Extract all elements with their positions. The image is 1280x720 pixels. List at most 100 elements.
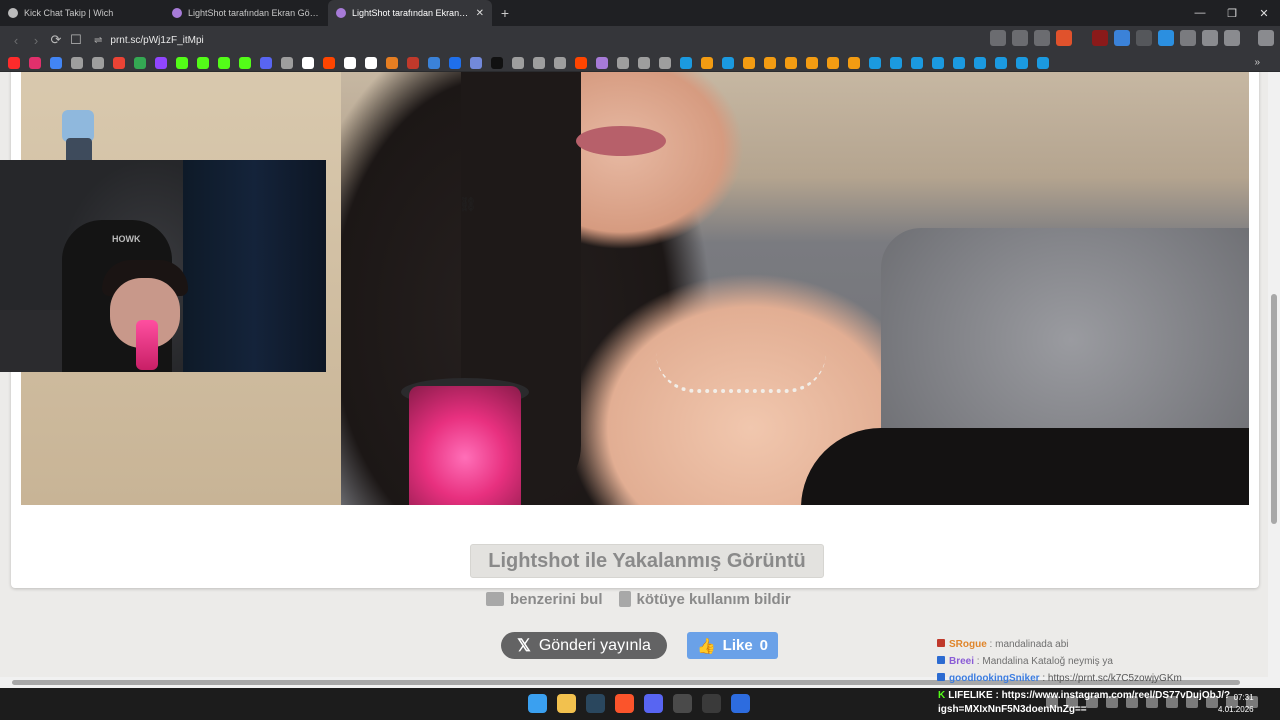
- bookmark-favicon-icon[interactable]: [50, 56, 62, 69]
- browser-toolbar: ‹ › ⟳ ☐ ⇌ prnt.sc/pWj1zF_itMpi: [0, 26, 1280, 54]
- bookmark-favicon-icon[interactable]: [1037, 56, 1049, 69]
- back-button[interactable]: ‹: [6, 30, 26, 50]
- address-bar[interactable]: ⇌ prnt.sc/pWj1zF_itMpi: [94, 29, 994, 51]
- bookmark-favicon-icon[interactable]: [617, 56, 629, 69]
- app-icon[interactable]: [731, 694, 750, 713]
- cast-icon[interactable]: [990, 30, 1006, 46]
- bookmark-favicon-icon[interactable]: [827, 56, 839, 69]
- ublock-icon[interactable]: [1092, 30, 1108, 46]
- steam-icon[interactable]: [586, 694, 605, 713]
- bookmark-favicon-icon[interactable]: [239, 56, 251, 69]
- tab-kick-chat[interactable]: Kick Chat Takip | Wich: [0, 0, 164, 26]
- brave-browser-icon[interactable]: [615, 694, 634, 713]
- facebook-like-button[interactable]: 👍 Like 0: [687, 632, 778, 659]
- url-text[interactable]: prnt.sc/pWj1zF_itMpi: [110, 35, 203, 46]
- bookmark-favicon-icon[interactable]: [197, 56, 209, 69]
- bookmark-favicon-icon[interactable]: [302, 56, 314, 69]
- bookmark-favicon-icon[interactable]: [743, 56, 755, 69]
- tab-title: LightShot tarafından Ekran Görüntü: [188, 8, 320, 18]
- bookmark-favicon-icon[interactable]: [953, 56, 965, 69]
- bookmark-favicon-icon[interactable]: [764, 56, 776, 69]
- bookmark-favicon-icon[interactable]: [911, 56, 923, 69]
- extension-icon[interactable]: [1158, 30, 1174, 46]
- bookmarks-overflow-button[interactable]: »: [1254, 57, 1260, 68]
- chat-username: Breei: [949, 656, 975, 667]
- puzzle-icon[interactable]: [1202, 30, 1218, 46]
- bookmark-favicon-icon[interactable]: [785, 56, 797, 69]
- zoom-icon[interactable]: [1012, 30, 1028, 46]
- menu-icon[interactable]: [1258, 30, 1274, 46]
- bookmark-favicon-icon[interactable]: [533, 56, 545, 69]
- bookmark-favicon-icon[interactable]: [281, 56, 293, 69]
- bookmark-favicon-icon[interactable]: [365, 56, 377, 69]
- bookmark-favicon-icon[interactable]: [176, 56, 188, 69]
- extension-icon[interactable]: [1180, 30, 1196, 46]
- bookmark-favicon-icon[interactable]: [596, 56, 608, 69]
- post-to-x-button[interactable]: 𝕏 Gönderi yayınla: [501, 632, 667, 659]
- bookmark-favicon-icon[interactable]: [932, 56, 944, 69]
- bookmark-favicon-icon[interactable]: [260, 56, 272, 69]
- bookmark-favicon-icon[interactable]: [386, 56, 398, 69]
- obs-icon[interactable]: [702, 694, 721, 713]
- app-icon[interactable]: [673, 694, 692, 713]
- reload-button[interactable]: ⟳: [46, 30, 66, 50]
- bookmark-favicon-icon[interactable]: [344, 56, 356, 69]
- new-tab-button[interactable]: +: [492, 0, 518, 26]
- bookmark-favicon-icon[interactable]: [407, 56, 419, 69]
- tab-lightshot-active[interactable]: LightShot tarafından Ekran Görü ✕: [328, 0, 492, 26]
- bookmark-favicon-icon[interactable]: [995, 56, 1007, 69]
- mic-arm: [0, 310, 70, 372]
- bookmark-favicon-icon[interactable]: [428, 56, 440, 69]
- bookmark-favicon-icon[interactable]: [848, 56, 860, 69]
- bookmark-favicon-icon[interactable]: [512, 56, 524, 69]
- find-similar-label: benzerini bul: [510, 590, 603, 608]
- tab-lightshot-1[interactable]: LightShot tarafından Ekran Görüntü: [164, 0, 328, 26]
- forward-button[interactable]: ›: [26, 30, 46, 50]
- bookmark-favicon-icon[interactable]: [491, 56, 503, 69]
- bookmark-favicon-icon[interactable]: [974, 56, 986, 69]
- share-icon[interactable]: [1034, 30, 1050, 46]
- bookmark-favicon-icon[interactable]: [113, 56, 125, 69]
- bookmark-favicon-icon[interactable]: [890, 56, 902, 69]
- bookmark-favicon-icon[interactable]: [575, 56, 587, 69]
- bookmark-favicon-icon[interactable]: [449, 56, 461, 69]
- restore-button[interactable]: ❐: [1216, 0, 1248, 26]
- minimize-button[interactable]: —: [1184, 0, 1216, 26]
- find-similar-link[interactable]: benzerini bul: [486, 591, 603, 608]
- tab-close-icon[interactable]: ✕: [476, 8, 484, 19]
- chat-username: SRogue: [949, 639, 987, 650]
- bookmark-favicon-icon[interactable]: [680, 56, 692, 69]
- bookmark-favicon-icon[interactable]: [71, 56, 83, 69]
- bookmark-favicon-icon[interactable]: [659, 56, 671, 69]
- bookmark-favicon-icon[interactable]: [92, 56, 104, 69]
- bookmark-favicon-icon[interactable]: [155, 56, 167, 69]
- extension-icon[interactable]: [1114, 30, 1130, 46]
- bookmark-favicon-icon[interactable]: [722, 56, 734, 69]
- extension-icon[interactable]: [1136, 30, 1152, 46]
- bookmark-favicon-icon[interactable]: [323, 56, 335, 69]
- site-settings-icon[interactable]: ⇌: [94, 35, 102, 46]
- windows-start-icon[interactable]: [528, 694, 547, 713]
- report-abuse-link[interactable]: kötüye kullanım bildir: [618, 591, 791, 608]
- vertical-scrollbar[interactable]: [1268, 72, 1280, 677]
- close-window-button[interactable]: ✕: [1248, 0, 1280, 26]
- bookmark-favicon-icon[interactable]: [869, 56, 881, 69]
- brave-shield-icon[interactable]: [1056, 30, 1072, 46]
- file-explorer-icon[interactable]: [557, 694, 576, 713]
- bookmark-favicon-icon[interactable]: [29, 56, 41, 69]
- discord-icon[interactable]: [644, 694, 663, 713]
- bookmark-favicon-icon[interactable]: [638, 56, 650, 69]
- bookmark-favicon-icon[interactable]: [806, 56, 818, 69]
- bookmark-favicon-icon[interactable]: [218, 56, 230, 69]
- bookmark-favicon-icon[interactable]: [701, 56, 713, 69]
- bookmark-favicon-icon[interactable]: [554, 56, 566, 69]
- bookmark-favicon-icon[interactable]: [1016, 56, 1028, 69]
- chat-text: mandalinada abi: [995, 639, 1069, 650]
- scrollbar-thumb[interactable]: [1271, 294, 1277, 524]
- bookmark-favicon-icon[interactable]: [8, 56, 20, 69]
- bookmark-favicon-icon[interactable]: [470, 56, 482, 69]
- bookmark-favicon-icon[interactable]: [134, 56, 146, 69]
- bookmark-icon[interactable]: ☐: [66, 30, 86, 50]
- pink-microphone: [136, 320, 158, 370]
- sidebar-icon[interactable]: [1224, 30, 1240, 46]
